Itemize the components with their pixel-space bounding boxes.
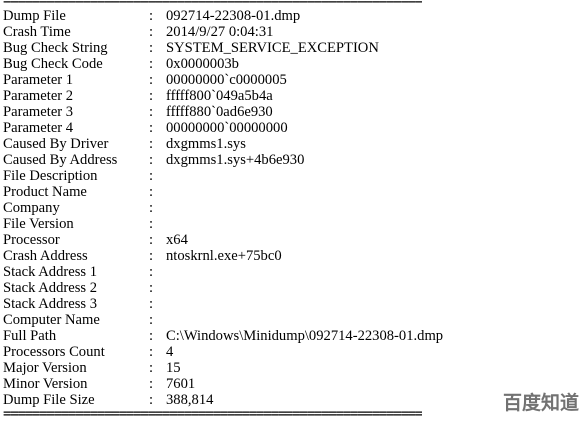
row-label: Dump File Size [3,392,95,408]
row-value: 388,814 [166,392,214,408]
row-colon: : [149,72,154,88]
row-colon: : [149,56,154,72]
row-label: Bug Check String [3,40,108,56]
row-colon: : [149,200,154,216]
row-label: Processor [3,232,60,248]
row-value: 15 [166,360,181,376]
row-value: fffff800`049a5b4a [166,88,273,104]
row-colon: : [149,296,154,312]
row-label: Stack Address 1 [3,264,98,280]
row-value: x64 [166,232,188,248]
bottom-separator-line: ========================================… [3,410,423,418]
row-value: ntoskrnl.exe+75bc0 [166,248,282,264]
row-colon: : [149,136,154,152]
row-label: Parameter 3 [3,104,74,120]
row-value: 4 [166,344,174,360]
row-label: Bug Check Code [3,56,103,72]
row-colon: : [149,8,154,24]
row-colon: : [149,216,154,232]
row-label: Product Name [3,184,87,200]
top-separator-line: ========================================… [3,0,422,5]
row-label: Crash Address [3,248,88,264]
row-label: Company [3,200,60,216]
row-colon: : [149,248,154,264]
row-value: C:\Windows\Minidump\092714-22308-01.dmp [166,328,444,344]
row-colon: : [149,344,154,360]
row-colon: : [149,120,154,136]
row-colon: : [149,312,154,328]
row-colon: : [149,24,154,40]
row-colon: : [149,104,154,120]
row-label: Stack Address 3 [3,296,98,312]
row-label: Caused By Driver [3,136,109,152]
row-value: dxgmms1.sys+4b6e930 [166,152,305,168]
row-colon: : [149,328,154,344]
row-colon: : [149,184,154,200]
row-colon: : [149,376,154,392]
row-value: 0x0000003b [166,56,239,72]
row-label: Caused By Address [3,152,118,168]
row-label: Dump File [3,8,66,24]
watermark-logo: 百度知道 [502,392,579,414]
row-label: Major Version [3,360,87,376]
row-label: File Version [3,216,74,232]
row-colon: : [149,264,154,280]
row-label: Stack Address 2 [3,280,98,296]
row-colon: : [149,88,154,104]
row-label: Minor Version [3,376,88,392]
crash-report-text: ========================================… [3,0,563,421]
row-value: 00000000`c0000005 [166,72,287,88]
row-value: 00000000`00000000 [166,120,288,136]
row-value: 092714-22308-01.dmp [166,8,301,24]
row-colon: : [149,280,154,296]
row-value: 2014/9/27 0:04:31 [166,24,274,40]
row-colon: : [149,392,154,408]
row-colon: : [149,232,154,248]
row-label: Parameter 2 [3,88,74,104]
row-label: Crash Time [3,24,71,40]
row-label: Processors Count [3,344,105,360]
row-label: Parameter 4 [3,120,74,136]
row-value: dxgmms1.sys [166,136,246,152]
row-value: fffff880`0ad6e930 [166,104,273,120]
row-colon: : [149,360,154,376]
row-colon: : [149,152,154,168]
row-label: File Description [3,168,98,184]
row-label: Parameter 1 [3,72,74,88]
row-label: Full Path [3,328,57,344]
row-colon: : [149,40,154,56]
row-value: 7601 [166,376,196,392]
row-label: Computer Name [3,312,100,328]
row-colon: : [149,168,154,184]
row-value: SYSTEM_SERVICE_EXCEPTION [166,40,379,56]
